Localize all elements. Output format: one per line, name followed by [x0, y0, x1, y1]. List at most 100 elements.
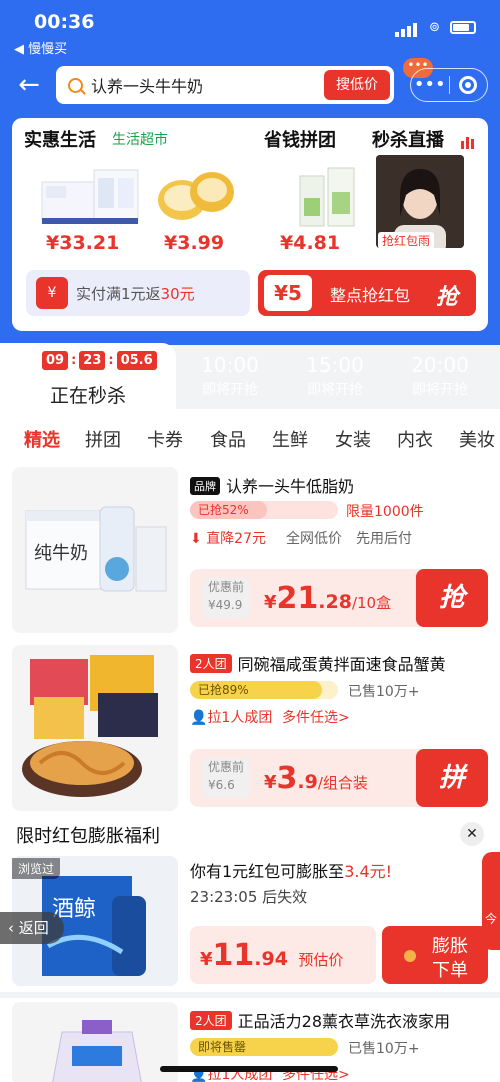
current-price: ¥21.28/10盒 — [264, 581, 392, 616]
product-title[interactable]: 品牌 认养一头牛低脂奶 — [190, 473, 354, 497]
session-time: 10:00 — [201, 353, 259, 377]
product-title[interactable]: 2人团 正品活力28薰衣草洗衣液家用 — [190, 1008, 450, 1032]
back-to-app-link[interactable]: ◀ 慢慢买 — [14, 38, 67, 57]
price-dec: .28 — [318, 591, 352, 613]
price-box[interactable]: 优惠前 ¥6.6 ¥3.9/组合装 拼 — [190, 749, 488, 807]
svg-text:纯牛奶: 纯牛奶 — [34, 543, 88, 564]
promo-line: 你有1元红包可膨胀至3.4元! — [190, 858, 392, 882]
timer-hours: 09 — [42, 351, 69, 370]
price-milk-box: ¥33.21 — [46, 232, 120, 254]
session-time: 15:00 — [306, 353, 364, 377]
tab-fresh[interactable]: 生鲜 — [272, 426, 308, 452]
group-buy-button[interactable]: 拼 — [416, 749, 488, 807]
session-2000[interactable]: 20:00 即将开抢 — [390, 353, 490, 399]
section-title-flash-live[interactable]: 秒杀直播 — [372, 126, 444, 152]
back-arrow-icon[interactable]: ← — [12, 68, 46, 102]
product-title[interactable]: 2人团 同碗福咸蛋黄拌面速食品蟹黄 — [190, 651, 446, 675]
price-unit: /10盒 — [351, 594, 392, 612]
battery-icon — [450, 21, 476, 34]
milk-box-image[interactable] — [38, 160, 142, 230]
side-float-tab[interactable]: 今 — [482, 852, 500, 950]
pay-later-text: 先用后付 — [356, 531, 412, 547]
hourly-red-packet-banner[interactable]: ¥5 整点抢红包 抢 — [258, 270, 476, 316]
invite-group-value: 拉1人成团 — [207, 710, 273, 726]
tab-food[interactable]: 食品 — [210, 426, 246, 452]
product-image-milk[interactable]: 纯牛奶 — [12, 467, 178, 633]
status-time: 00:36 — [34, 11, 95, 33]
tab-group[interactable]: 拼团 — [85, 426, 121, 452]
price-drop-value: 直降27元 — [206, 531, 267, 547]
session-active-label: 正在秒杀 — [49, 385, 126, 407]
wifi-icon: ⊚ — [429, 20, 440, 35]
product-card-noodles[interactable]: 2人团 同碗福咸蛋黄拌面速食品蟹黄 已抢89% 已售10万+ 👤拉1人成团 多件任… — [0, 641, 500, 812]
tab-cards[interactable]: 卡券 — [147, 426, 183, 452]
original-price: 优惠前 ¥49.9 — [202, 578, 251, 618]
product-card-milk[interactable]: 纯牛奶 品牌 认养一头牛低脂奶 已抢52% 限量1000件 ⬇ 直降27元 全网低… — [0, 465, 500, 641]
session-status: 即将开抢 — [412, 382, 468, 398]
session-time: 20:00 — [411, 353, 469, 377]
coupon-amount: ¥5 — [264, 275, 312, 311]
session-1500[interactable]: 15:00 即将开抢 — [285, 353, 385, 399]
promo-header: 限时红包膨胀福利 ✕ — [0, 812, 500, 856]
tab-featured[interactable]: 精选 — [24, 426, 60, 452]
session-active[interactable]: 09: 23: 05.6 正在秒杀 — [0, 343, 176, 409]
progress-text: 已抢89% — [198, 683, 249, 697]
multi-select-link[interactable]: 多件任选> — [282, 707, 350, 727]
session-1000[interactable]: 10:00 即将开抢 — [180, 353, 280, 399]
search-icon — [68, 77, 83, 93]
tab-womens[interactable]: 女装 — [335, 426, 371, 452]
current-price: ¥3.9/组合装 — [264, 761, 368, 796]
promo-title: 限时红包膨胀福利 — [16, 826, 160, 847]
cashback-text: 实付满1元返 — [76, 284, 161, 303]
original-price-label: 优惠前 — [208, 580, 245, 594]
swell-label: 膨胀 — [432, 936, 468, 957]
tab-underwear[interactable]: 内衣 — [397, 426, 433, 452]
price-dec: .9 — [297, 771, 318, 793]
close-icon[interactable]: ✕ — [460, 822, 484, 846]
limit-text: 限量1000件 — [346, 504, 424, 520]
milk-carton-image[interactable] — [292, 160, 362, 230]
promo-price-dec: .94 — [254, 948, 288, 970]
search-input[interactable]: 认养一头牛牛奶 — [91, 73, 324, 97]
grab-button[interactable]: 抢 — [416, 569, 488, 627]
featured-panel: 实惠生活 生活超市 省钱拼团 秒杀直播 抢红包雨 ¥33.21 ¥3.99 ¥4… — [12, 118, 488, 331]
section-title-value-life[interactable]: 实惠生活 — [24, 126, 96, 152]
sold-count: 已售10万+ — [348, 684, 420, 700]
nav-row: ← 认养一头牛牛奶 搜低价 ••• — [0, 66, 500, 106]
cashback-banner[interactable]: ¥ 实付满1元返30元 — [26, 270, 250, 316]
search-bar[interactable]: 认养一头牛牛奶 搜低价 — [56, 66, 394, 104]
price-bread: ¥3.99 — [164, 232, 225, 254]
floating-back-button[interactable]: ‹ 返回 — [0, 912, 64, 944]
grab-coupon-button[interactable]: 抢 — [436, 279, 458, 311]
close-miniapp-icon[interactable] — [450, 76, 488, 94]
product-image-noodles[interactable] — [12, 645, 178, 811]
red-packet-rain-tag[interactable]: 抢红包雨 — [378, 232, 435, 249]
sold-progress-bar: 已抢52% — [190, 501, 338, 519]
coupon-label: 整点抢红包 — [330, 286, 411, 305]
session-status: 即将开抢 — [307, 382, 363, 398]
price-milk-carton: ¥4.81 — [280, 232, 341, 254]
price-unit: /组合装 — [317, 774, 368, 792]
product-title-text: 认养一头牛低脂奶 — [226, 477, 355, 496]
floating-back-label: 返回 — [18, 919, 49, 937]
category-tabs: 精选 拼团 卡券 食品 生鲜 女装 内衣 美妆 — [0, 409, 500, 465]
swell-order-button[interactable]: 膨胀 下单 — [382, 926, 488, 984]
search-low-price-button[interactable]: 搜低价 — [324, 70, 390, 100]
brand-tag: 品牌 — [190, 477, 220, 495]
promo-line-text: 你有1元红包可膨胀至 — [190, 862, 345, 881]
progress-text: 即将售罄 — [198, 1040, 247, 1054]
product-image-detergent[interactable] — [12, 1002, 178, 1082]
promo-price-box: ¥11.94 预估价 — [190, 926, 376, 984]
tab-beauty[interactable]: 美妆 — [459, 426, 495, 452]
invite-group-text[interactable]: 👤拉1人成团 — [190, 707, 272, 727]
more-icon[interactable]: ••• — [411, 76, 449, 94]
section-sub-supermarket[interactable]: 生活超市 — [112, 129, 168, 149]
promo-price-int: 11 — [212, 938, 255, 973]
live-indicator-icon — [461, 130, 476, 149]
section-title-group-buy[interactable]: 省钱拼团 — [264, 126, 336, 152]
viewed-badge: 浏览过 — [12, 858, 61, 879]
promo-line-amount: 3.4元! — [344, 862, 393, 881]
timer-seconds: 05.6 — [116, 351, 157, 370]
price-box[interactable]: 优惠前 ¥49.9 ¥21.28/10盒 抢 — [190, 569, 488, 627]
bread-image[interactable] — [154, 160, 238, 230]
